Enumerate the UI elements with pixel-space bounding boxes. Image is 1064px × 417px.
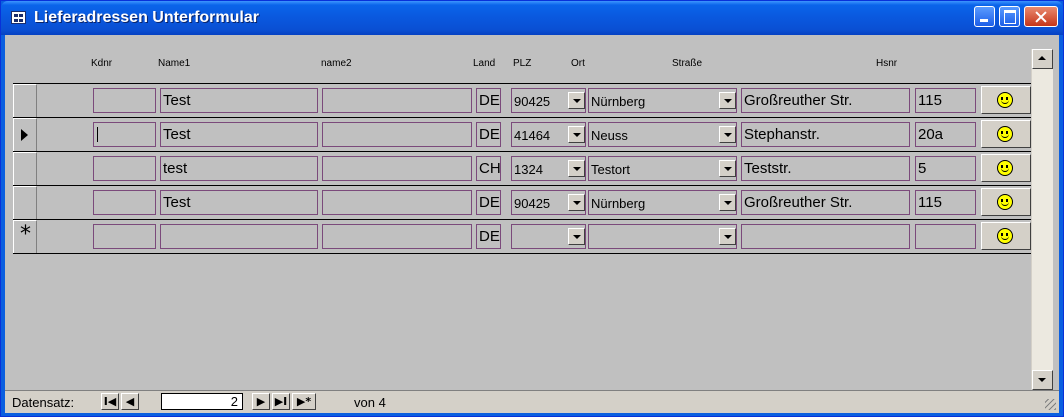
land-field[interactable]: DE <box>476 224 501 249</box>
header-ort: Ort <box>571 58 585 69</box>
resize-grip[interactable] <box>1045 399 1056 410</box>
smiley-button[interactable] <box>981 154 1031 182</box>
row-divider <box>13 253 1031 254</box>
minimize-button[interactable] <box>974 6 995 27</box>
previous-record-button[interactable]: ◀ <box>121 393 139 410</box>
ort-dropdown-button[interactable] <box>719 160 736 177</box>
plz-dropdown-button[interactable] <box>568 194 585 211</box>
record-label: Datensatz: <box>12 395 75 410</box>
name2-field[interactable] <box>322 122 472 147</box>
window-title: Lieferadressen Unterformular <box>34 9 259 26</box>
strasse-field[interactable]: Stephanstr. <box>741 122 910 147</box>
table-row: test CH 1324 Testort Teststr. 5 <box>13 152 1031 186</box>
smiley-icon <box>997 126 1013 142</box>
smiley-button[interactable] <box>981 86 1031 114</box>
record-selector[interactable] <box>13 186 37 219</box>
text-cursor <box>97 127 98 142</box>
record-number-input[interactable]: 2 <box>161 393 243 410</box>
smiley-icon <box>997 160 1013 176</box>
header-name2: name2 <box>321 58 352 69</box>
name1-field[interactable]: Test <box>160 122 318 147</box>
name1-field[interactable]: Test <box>160 88 318 113</box>
name2-field[interactable] <box>322 224 472 249</box>
record-count: von 4 <box>354 395 386 410</box>
name1-field[interactable]: test <box>160 156 318 181</box>
form-icon[interactable] <box>11 11 26 24</box>
record-selector[interactable] <box>13 118 37 151</box>
subform-body: Kdnr Name1 name2 Land PLZ Ort Straße Hsn… <box>5 35 1059 413</box>
kdnr-field[interactable] <box>93 190 156 215</box>
hsnr-field[interactable] <box>915 224 976 249</box>
land-field[interactable]: DE <box>476 190 501 215</box>
form-window: Lieferadressen Unterformular Kdnr Name1 … <box>0 0 1064 417</box>
plz-dropdown-button[interactable] <box>568 160 585 177</box>
header-name1: Name1 <box>158 58 191 69</box>
maximize-button[interactable] <box>999 6 1020 27</box>
ort-dropdown-button[interactable] <box>719 126 736 143</box>
ort-dropdown-button[interactable] <box>719 228 736 245</box>
plz-dropdown-button[interactable] <box>568 228 585 245</box>
scroll-up-button[interactable] <box>1032 49 1053 69</box>
ort-field[interactable]: Testort <box>588 156 737 181</box>
hsnr-field[interactable]: 20a <box>915 122 976 147</box>
strasse-field[interactable]: Großreuther Str. <box>741 190 910 215</box>
record-navigation-bar: Datensatz: I◀ ◀ 2 ▶ ▶I ▶* von 4 <box>5 390 1059 413</box>
kdnr-field[interactable] <box>93 156 156 181</box>
vertical-scrollbar[interactable] <box>1031 49 1053 390</box>
header-hsnr: Hsnr <box>876 58 898 69</box>
strasse-field[interactable] <box>741 224 910 249</box>
smiley-button[interactable] <box>981 120 1031 148</box>
smiley-button[interactable] <box>981 222 1031 250</box>
ort-field[interactable]: Neuss <box>588 122 737 147</box>
close-button[interactable] <box>1024 6 1058 27</box>
smiley-icon <box>997 92 1013 108</box>
record-selector[interactable] <box>13 84 37 117</box>
name2-field[interactable] <box>322 156 472 181</box>
ort-dropdown-button[interactable] <box>719 194 736 211</box>
name2-field[interactable] <box>322 88 472 113</box>
record-selector[interactable] <box>13 220 37 253</box>
hsnr-field[interactable]: 115 <box>915 190 976 215</box>
name1-field[interactable]: Test <box>160 190 318 215</box>
new-record-button[interactable]: ▶* <box>292 393 316 410</box>
name1-field[interactable] <box>160 224 318 249</box>
plz-dropdown-button[interactable] <box>568 126 585 143</box>
strasse-field[interactable]: Teststr. <box>741 156 910 181</box>
first-record-button[interactable]: I◀ <box>101 393 119 410</box>
ort-field[interactable]: Nürnberg <box>588 88 737 113</box>
ort-field[interactable] <box>588 224 737 249</box>
kdnr-field[interactable] <box>93 224 156 249</box>
smiley-button[interactable] <box>981 188 1031 216</box>
kdnr-field[interactable] <box>93 88 156 113</box>
strasse-field[interactable]: Großreuther Str. <box>741 88 910 113</box>
next-record-button[interactable]: ▶ <box>252 393 270 410</box>
land-field[interactable]: CH <box>476 156 501 181</box>
table-row: Test DE 90425 Nürnberg Großreuther Str. 115 <box>13 186 1031 220</box>
header-kdnr: Kdnr <box>91 58 113 69</box>
table-row: Test DE 90425 Nürnberg Großreuther Str. 115 <box>13 84 1031 118</box>
kdnr-field[interactable] <box>93 122 156 147</box>
ort-field[interactable]: Nürnberg <box>588 190 737 215</box>
name2-field[interactable] <box>322 190 472 215</box>
hsnr-field[interactable]: 5 <box>915 156 976 181</box>
ort-dropdown-button[interactable] <box>719 92 736 109</box>
plz-dropdown-button[interactable] <box>568 92 585 109</box>
last-record-button[interactable]: ▶I <box>272 393 290 410</box>
title-bar[interactable]: Lieferadressen Unterformular <box>1 1 1063 35</box>
header-strasse: Straße <box>672 58 703 69</box>
header-plz: PLZ <box>513 58 532 69</box>
hsnr-field[interactable]: 115 <box>915 88 976 113</box>
land-field[interactable]: DE <box>476 88 501 113</box>
smiley-icon <box>997 194 1013 210</box>
scroll-down-button[interactable] <box>1032 370 1053 390</box>
land-field[interactable]: DE <box>476 122 501 147</box>
table-row: Test DE 41464 Neuss Stephanstr. 20a <box>13 118 1031 152</box>
smiley-icon <box>997 228 1013 244</box>
record-selector[interactable] <box>13 152 37 185</box>
table-row: DE <box>13 220 1031 254</box>
header-land: Land <box>473 58 496 69</box>
